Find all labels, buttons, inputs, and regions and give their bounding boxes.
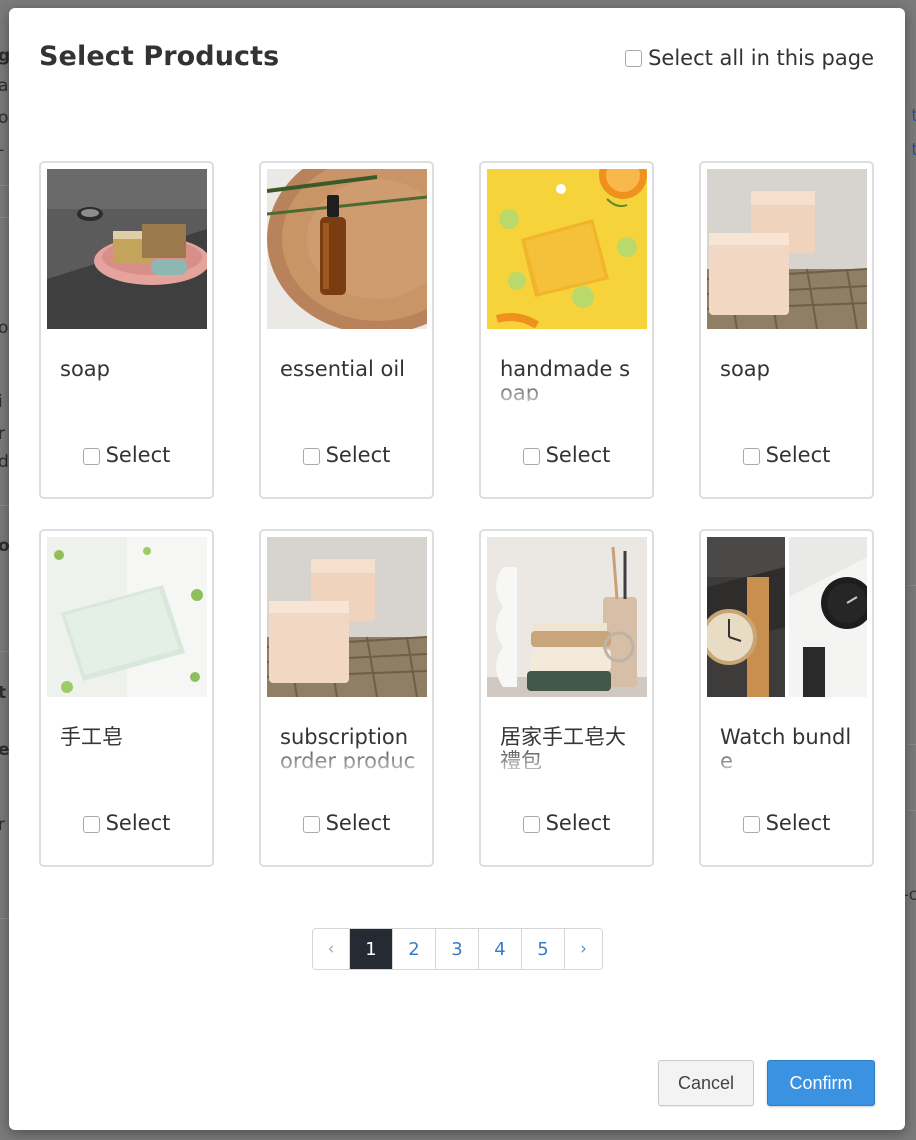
dialog-title: Select Products xyxy=(39,41,280,72)
product-select[interactable]: Select xyxy=(481,443,652,467)
product-checkbox[interactable] xyxy=(302,448,320,465)
product-card[interactable]: Watch bundle Select xyxy=(699,529,874,867)
select-products-dialog: Select Products Select all in this page xyxy=(9,8,905,1130)
product-select-label: Select xyxy=(105,811,171,835)
product-card[interactable]: 居家手工皂大禮包 Select xyxy=(479,529,654,867)
product-select-label: Select xyxy=(765,443,831,467)
product-name: subscription order product-soap xyxy=(280,725,416,769)
page-4-button[interactable]: 4 xyxy=(479,929,522,969)
page-3-button[interactable]: 3 xyxy=(436,929,479,969)
pagination-prev-button[interactable]: ‹ xyxy=(313,929,350,969)
select-all-checkbox[interactable] xyxy=(625,49,643,67)
product-select[interactable]: Select xyxy=(701,811,872,835)
product-name: 手工皂 xyxy=(60,725,123,749)
product-select[interactable]: Select xyxy=(41,811,212,835)
product-checkbox[interactable] xyxy=(82,448,100,465)
background-text: - xyxy=(0,140,4,160)
product-select[interactable]: Select xyxy=(261,443,432,467)
page-1-button[interactable]: 1 xyxy=(350,929,393,969)
product-select-label: Select xyxy=(105,443,171,467)
background-text: t xyxy=(0,683,7,703)
page-5-button[interactable]: 5 xyxy=(522,929,565,969)
product-checkbox[interactable] xyxy=(742,816,760,833)
watch-pair-icon[interactable] xyxy=(707,537,867,697)
background-text: o xyxy=(0,108,9,128)
background-text: r xyxy=(0,815,5,835)
page-2-button[interactable]: 2 xyxy=(393,929,436,969)
product-select-label: Select xyxy=(325,811,391,835)
product-checkbox[interactable] xyxy=(82,816,100,833)
product-name: 居家手工皂大禮包 xyxy=(500,725,626,769)
soap-bars-net-icon[interactable] xyxy=(707,169,867,329)
soap-bars-net-icon[interactable] xyxy=(267,537,427,697)
dropper-bottle-icon[interactable] xyxy=(267,169,427,329)
product-checkbox[interactable] xyxy=(302,816,320,833)
product-select-label: Select xyxy=(325,443,391,467)
background-text: a xyxy=(0,76,9,96)
soap-dish-icon[interactable] xyxy=(47,169,207,329)
product-select-label: Select xyxy=(545,811,611,835)
product-name: Watch bundle xyxy=(720,725,852,769)
product-checkbox[interactable] xyxy=(522,448,540,465)
product-select-label: Select xyxy=(765,811,831,835)
product-name: essential oil xyxy=(280,357,405,381)
product-card[interactable]: subscription order product-soap Select xyxy=(259,529,434,867)
background-text: r xyxy=(0,424,5,444)
product-card[interactable]: soap Select xyxy=(699,161,874,499)
product-card[interactable]: 手工皂 Select xyxy=(39,529,214,867)
background-text: i xyxy=(0,392,3,412)
product-name: soap xyxy=(60,357,110,381)
product-select[interactable]: Select xyxy=(701,443,872,467)
product-card[interactable]: essential oil Select xyxy=(259,161,434,499)
product-select[interactable]: Select xyxy=(41,443,212,467)
bathroom-soap-set-icon[interactable] xyxy=(487,537,647,697)
cancel-button[interactable]: Cancel xyxy=(658,1060,754,1106)
yellow-soap-citrus-icon[interactable] xyxy=(487,169,647,329)
product-select[interactable]: Select xyxy=(481,811,652,835)
select-all-control[interactable]: Select all in this page xyxy=(625,46,874,70)
select-all-label: Select all in this page xyxy=(648,46,874,70)
product-name: handmade soap xyxy=(500,357,631,401)
background-text: t xyxy=(911,106,916,126)
product-select-label: Select xyxy=(545,443,611,467)
pagination-next-button[interactable]: › xyxy=(565,929,602,969)
product-checkbox[interactable] xyxy=(742,448,760,465)
background-text: o xyxy=(0,318,9,338)
pagination: ‹ 1 2 3 4 5 › xyxy=(312,928,603,970)
product-card[interactable]: soap Select xyxy=(39,161,214,499)
product-checkbox[interactable] xyxy=(522,816,540,833)
background-text: t xyxy=(911,140,916,160)
product-name: soap xyxy=(720,357,770,381)
confirm-button[interactable]: Confirm xyxy=(767,1060,875,1106)
background-text: d xyxy=(0,452,9,472)
white-soap-bar-icon[interactable] xyxy=(47,537,207,697)
product-card[interactable]: handmade soap Select xyxy=(479,161,654,499)
product-select[interactable]: Select xyxy=(261,811,432,835)
